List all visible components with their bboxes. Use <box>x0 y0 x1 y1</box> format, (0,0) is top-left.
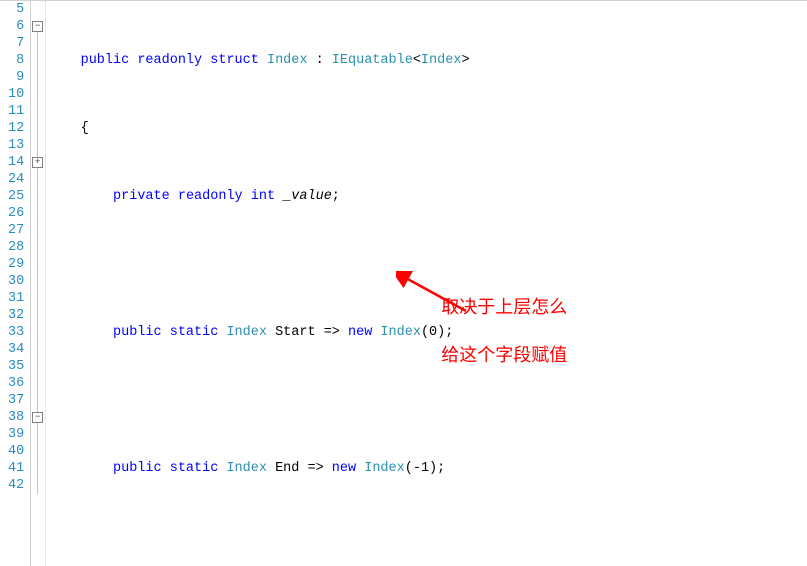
line-number: 41 <box>0 460 24 477</box>
line-number-gutter: 5 6 7 8 9 10 11 12 13 14 24 25 26 27 28 … <box>0 1 31 566</box>
code-line[interactable]: private readonly int _value; <box>48 188 807 205</box>
fold-guide <box>37 32 38 494</box>
line-number: 29 <box>0 256 24 273</box>
code-line[interactable] <box>48 256 807 273</box>
line-number: 38 <box>0 409 24 426</box>
line-number: 7 <box>0 35 24 52</box>
line-number: 25 <box>0 188 24 205</box>
code-line[interactable]: { <box>48 120 807 137</box>
line-number: 8 <box>0 52 24 69</box>
line-number: 5 <box>0 1 24 18</box>
code-line[interactable]: public static Index End => new Index(-1)… <box>48 460 807 477</box>
fold-toggle-icon[interactable]: − <box>32 21 43 32</box>
code-editor[interactable]: 5 6 7 8 9 10 11 12 13 14 24 25 26 27 28 … <box>0 0 807 566</box>
line-number: 9 <box>0 69 24 86</box>
annotation-text: 给这个字段赋值 <box>441 347 567 364</box>
fold-toggle-icon[interactable]: + <box>32 157 43 168</box>
line-number: 27 <box>0 222 24 239</box>
line-number: 11 <box>0 103 24 120</box>
line-number: 36 <box>0 375 24 392</box>
line-number: 30 <box>0 273 24 290</box>
line-number: 37 <box>0 392 24 409</box>
line-number: 14 <box>0 154 24 171</box>
code-line[interactable] <box>48 528 807 545</box>
fold-toggle-icon[interactable]: − <box>32 412 43 423</box>
line-number: 10 <box>0 86 24 103</box>
line-number: 6 <box>0 18 24 35</box>
line-number: 28 <box>0 239 24 256</box>
line-number: 34 <box>0 341 24 358</box>
outlining-margin: − + − <box>31 1 46 566</box>
line-number: 39 <box>0 426 24 443</box>
line-number: 26 <box>0 205 24 222</box>
code-line[interactable]: public readonly struct Index : IEquatabl… <box>48 52 807 69</box>
line-number: 32 <box>0 307 24 324</box>
line-number: 12 <box>0 120 24 137</box>
line-number: 42 <box>0 477 24 494</box>
line-number: 35 <box>0 358 24 375</box>
line-number: 31 <box>0 290 24 307</box>
code-line[interactable]: public static Index Start => new Index(0… <box>48 324 807 341</box>
code-line[interactable] <box>48 392 807 409</box>
line-number: 40 <box>0 443 24 460</box>
code-area[interactable]: public readonly struct Index : IEquatabl… <box>46 1 807 566</box>
line-number: 13 <box>0 137 24 154</box>
annotation-arrow-icon <box>396 271 476 316</box>
annotation-text: 取决于上层怎么 <box>441 299 567 316</box>
line-number: 33 <box>0 324 24 341</box>
line-number: 24 <box>0 171 24 188</box>
